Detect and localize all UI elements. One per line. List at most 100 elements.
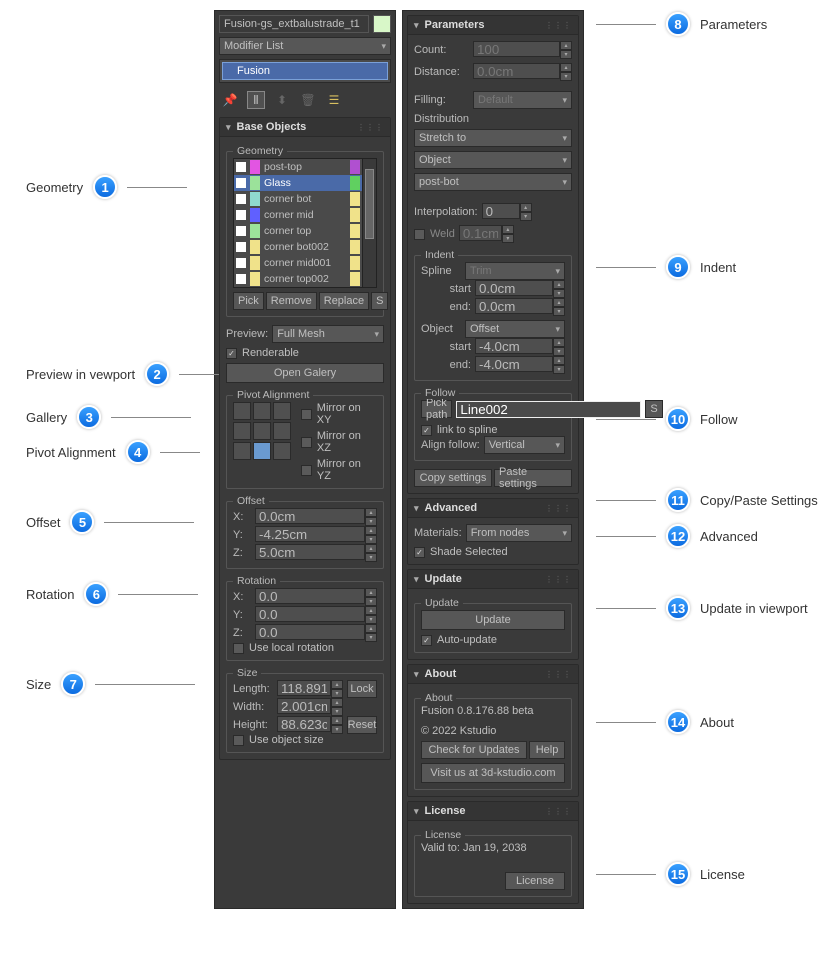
- lock-button[interactable]: Lock: [347, 680, 377, 698]
- rollout-header-update[interactable]: Update⋮⋮⋮: [408, 570, 578, 589]
- rollout-header-base-objects[interactable]: Base Objects⋮⋮⋮: [220, 118, 390, 137]
- mirror-xy-checkbox[interactable]: Mirror on XY: [301, 402, 377, 426]
- open-gallery-button[interactable]: Open Galery: [226, 363, 384, 383]
- about-version: Fusion 0.8.176.88 beta: [421, 705, 565, 717]
- align-follow-dropdown[interactable]: Vertical: [484, 436, 565, 454]
- list-item[interactable]: corner bot: [234, 191, 362, 207]
- distribution-target-dropdown[interactable]: Object: [414, 151, 572, 169]
- offset-z-spinner[interactable]: ▴▾: [255, 544, 377, 562]
- callout-10: 10Follow: [596, 407, 738, 431]
- distance-spinner[interactable]: ▴▾: [473, 63, 572, 81]
- object-mode-dropdown[interactable]: Offset: [465, 320, 565, 338]
- check-updates-button[interactable]: Check for Updates: [421, 741, 527, 759]
- list-item[interactable]: corner mid001: [234, 255, 362, 271]
- use-local-rotation-checkbox[interactable]: Use local rotation: [233, 642, 377, 654]
- list-item[interactable]: post-top: [234, 159, 362, 175]
- count-spinner[interactable]: ▴▾: [473, 41, 572, 59]
- object-end-spinner[interactable]: ▴▾: [475, 356, 565, 374]
- group-follow: Follow Pick path S link to spline Align …: [414, 393, 572, 461]
- modifier-list-dropdown[interactable]: Modifier List: [219, 37, 391, 55]
- update-button[interactable]: Update: [421, 610, 565, 630]
- copy-settings-button[interactable]: Copy settings: [414, 469, 492, 487]
- pick-path-button[interactable]: Pick path: [421, 400, 452, 418]
- make-unique-icon[interactable]: ⬍: [273, 91, 291, 109]
- renderable-checkbox[interactable]: Renderable: [226, 347, 384, 359]
- object-start-spinner[interactable]: ▴▾: [475, 338, 565, 356]
- shade-selected-checkbox[interactable]: Shade Selected: [414, 546, 572, 558]
- delete-modifier-icon[interactable]: 🗑: [299, 91, 317, 109]
- reset-button[interactable]: Reset: [347, 716, 377, 734]
- list-item[interactable]: corner mid: [234, 207, 362, 223]
- rollout-header-parameters[interactable]: Parameters⋮⋮⋮: [408, 16, 578, 35]
- configure-icon[interactable]: ☰: [325, 91, 343, 109]
- size-length-spinner[interactable]: ▴▾: [277, 680, 343, 698]
- list-item[interactable]: Glass: [234, 175, 362, 191]
- license-button[interactable]: License: [505, 872, 565, 890]
- spline-mode-dropdown[interactable]: Trim: [465, 262, 565, 280]
- group-offset: Offset X:▴▾ Y:▴▾ Z:▴▾: [226, 501, 384, 569]
- callout-12: 12Advanced: [596, 524, 758, 548]
- visit-site-button[interactable]: Visit us at 3d-kstudio.com: [421, 763, 565, 783]
- filling-dropdown[interactable]: Default: [473, 91, 572, 109]
- offset-y-spinner[interactable]: ▴▾: [255, 526, 377, 544]
- left-panel: Fusion-gs_extbalustrade_t1 Modifier List…: [214, 10, 396, 909]
- geometry-listbox[interactable]: post-topGlasscorner botcorner midcorner …: [233, 158, 377, 288]
- mirror-yz-checkbox[interactable]: Mirror on YZ: [301, 458, 377, 482]
- spline-end-spinner[interactable]: ▴▾: [475, 298, 565, 316]
- use-object-size-checkbox[interactable]: Use object size: [233, 734, 377, 746]
- object-name-field[interactable]: Fusion-gs_extbalustrade_t1: [219, 15, 369, 33]
- preview-dropdown[interactable]: Full Mesh: [272, 325, 384, 343]
- callout-13: 13Update in viewport: [596, 596, 808, 620]
- group-update: Update Update Auto-update: [414, 603, 572, 653]
- pick-button[interactable]: Pick: [233, 292, 264, 310]
- scrollbar[interactable]: [362, 159, 376, 287]
- auto-update-checkbox[interactable]: Auto-update: [421, 634, 565, 646]
- spline-start-spinner[interactable]: ▴▾: [475, 280, 565, 298]
- pivot-grid[interactable]: [233, 402, 291, 460]
- weld-spinner[interactable]: ▴▾: [459, 225, 514, 243]
- list-item[interactable]: corner bot002: [234, 239, 362, 255]
- modifier-stack[interactable]: Fusion: [219, 59, 391, 83]
- rotation-z-spinner[interactable]: ▴▾: [255, 624, 377, 642]
- list-item[interactable]: corner top002: [234, 271, 362, 287]
- rollout-header-license[interactable]: License⋮⋮⋮: [408, 802, 578, 821]
- group-pivot-alignment: Pivot Alignment Mirror on XY Mirror on X…: [226, 395, 384, 489]
- modifier-item-fusion[interactable]: Fusion: [222, 62, 388, 80]
- help-button[interactable]: Help: [529, 741, 565, 759]
- group-geometry: Geometry post-topGlasscorner botcorner m…: [226, 151, 384, 317]
- remove-button[interactable]: Remove: [266, 292, 317, 310]
- right-panel: Parameters⋮⋮⋮ Count:▴▾ Distance:▴▾ Filli…: [402, 10, 584, 909]
- materials-dropdown[interactable]: From nodes: [466, 524, 572, 542]
- link-to-spline-checkbox[interactable]: link to spline: [421, 424, 565, 436]
- callout-5: 5Offset: [26, 510, 194, 534]
- show-end-result-icon[interactable]: Ⅱ: [247, 91, 265, 109]
- size-width-spinner[interactable]: ▴▾: [277, 698, 343, 716]
- about-copyright: © 2022 Kstudio: [421, 725, 565, 737]
- replace-button[interactable]: Replace: [319, 292, 369, 310]
- interpolation-spinner[interactable]: ▴▾: [482, 203, 532, 221]
- rotation-x-spinner[interactable]: ▴▾: [255, 588, 377, 606]
- size-height-spinner[interactable]: ▴▾: [277, 716, 343, 734]
- distribution-object-dropdown[interactable]: post-bot: [414, 173, 572, 191]
- select-button[interactable]: S: [371, 292, 388, 310]
- rollout-header-advanced[interactable]: Advanced⋮⋮⋮: [408, 499, 578, 518]
- pivot-cell-active: [253, 442, 271, 460]
- offset-x-spinner[interactable]: ▴▾: [255, 508, 377, 526]
- paste-settings-button[interactable]: Paste settings: [494, 469, 572, 487]
- object-color-swatch[interactable]: [373, 15, 391, 33]
- callout-11: 11Copy/Paste Settings: [596, 488, 818, 512]
- callout-6: 6Rotation: [26, 582, 198, 606]
- rotation-y-spinner[interactable]: ▴▾: [255, 606, 377, 624]
- rollout-header-about[interactable]: About⋮⋮⋮: [408, 665, 578, 684]
- mirror-xz-checkbox[interactable]: Mirror on XZ: [301, 430, 377, 454]
- distribution-mode-dropdown[interactable]: Stretch to: [414, 129, 572, 147]
- weld-checkbox[interactable]: Weld: [414, 228, 455, 240]
- callout-4: 4Pivot Alignment: [26, 440, 200, 464]
- pin-icon[interactable]: 📌: [221, 91, 239, 109]
- rollout-advanced: Advanced⋮⋮⋮ Materials:From nodes Shade S…: [407, 498, 579, 565]
- callout-1: 1Geometry: [26, 175, 187, 199]
- group-about: About Fusion 0.8.176.88 beta © 2022 Kstu…: [414, 698, 572, 790]
- rollout-base-objects: Base Objects⋮⋮⋮ Geometry post-topGlassco…: [219, 117, 391, 760]
- rollout-license: License⋮⋮⋮ License Valid to: Jan 19, 203…: [407, 801, 579, 904]
- list-item[interactable]: corner top: [234, 223, 362, 239]
